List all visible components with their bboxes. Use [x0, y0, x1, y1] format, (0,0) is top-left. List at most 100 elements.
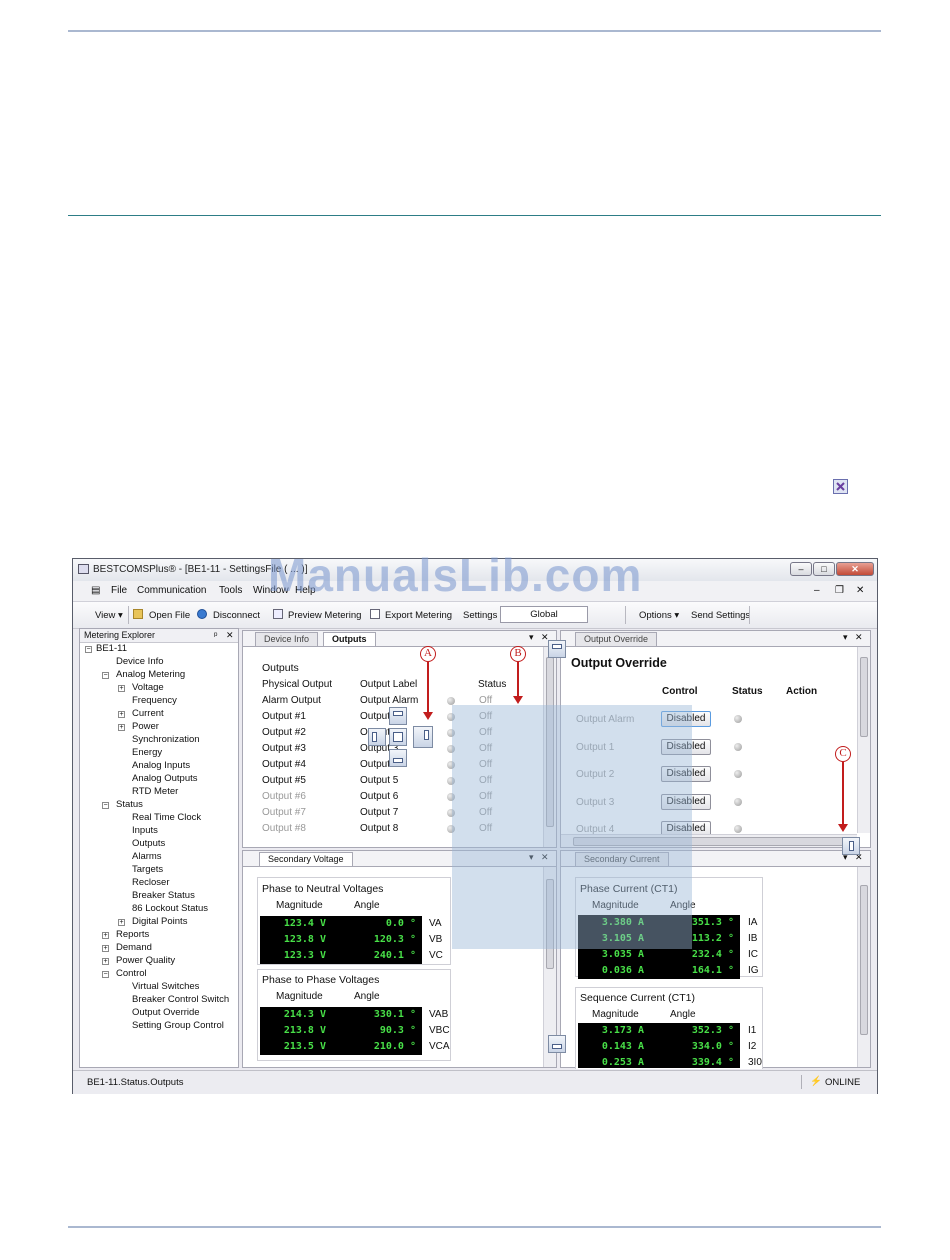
pane-menu-icon[interactable]: ▾: [843, 632, 848, 643]
expand-icon[interactable]: +: [118, 724, 125, 731]
toolbar-separator: [749, 606, 750, 624]
tree-digital-points[interactable]: Digital Points: [132, 916, 187, 927]
tree-analog-metering[interactable]: Analog Metering: [116, 669, 185, 680]
tab-outputs[interactable]: Outputs: [323, 632, 376, 646]
sequence-current-title: Sequence Current (CT1): [580, 992, 695, 1004]
tree-voltage[interactable]: Voltage: [132, 682, 164, 693]
dock-right-icon[interactable]: [413, 726, 433, 748]
tree-root[interactable]: BE1-11: [96, 643, 127, 654]
tree-setting-group-control[interactable]: Setting Group Control: [132, 1020, 224, 1031]
tab-secondary-voltage[interactable]: Secondary Voltage: [259, 852, 353, 866]
tree-breaker-status[interactable]: Breaker Status: [132, 890, 195, 901]
tree-analog-inputs[interactable]: Analog Inputs: [132, 760, 190, 771]
collapse-icon[interactable]: −: [102, 971, 109, 978]
angle-value: 351.3 °: [691, 917, 734, 928]
options-button[interactable]: Options ▾: [639, 610, 679, 621]
tree-current[interactable]: Current: [132, 708, 164, 719]
export-metering-button[interactable]: Export Metering: [385, 610, 452, 621]
dock-outer-top-icon[interactable]: [548, 640, 566, 658]
mdi-minimize-icon[interactable]: –: [814, 585, 820, 596]
preview-metering-button[interactable]: Preview Metering: [288, 610, 361, 621]
mdi-restore-icon[interactable]: ❐: [835, 585, 844, 596]
tree-device-info[interactable]: Device Info: [116, 656, 164, 667]
tree-targets[interactable]: Targets: [132, 864, 163, 875]
view-button[interactable]: View ▾: [95, 610, 123, 621]
expand-icon[interactable]: +: [102, 945, 109, 952]
tab-output-override[interactable]: Output Override: [575, 632, 658, 646]
scroll-thumb[interactable]: [860, 657, 868, 737]
dock-center-icon[interactable]: [389, 728, 407, 746]
col-angle: Angle: [670, 1009, 696, 1020]
tree-power[interactable]: Power: [132, 721, 159, 732]
pin-icon[interactable]: ᵖ: [214, 630, 217, 640]
status-led-0: [447, 697, 455, 705]
tab-device-info[interactable]: Device Info: [255, 632, 319, 646]
send-settings-button[interactable]: Send Settings: [691, 610, 750, 621]
close-button[interactable]: ✕: [836, 562, 874, 576]
phase-name-ic: IC: [748, 949, 758, 960]
scroll-thumb[interactable]: [860, 885, 868, 1035]
ln-voltages-title: Phase to Neutral Voltages: [262, 883, 384, 895]
dock-bottom-icon[interactable]: [389, 749, 407, 767]
open-file-button[interactable]: Open File: [149, 610, 190, 621]
tree-real-time-clock[interactable]: Real Time Clock: [132, 812, 201, 823]
tree-86-lockout-status[interactable]: 86 Lockout Status: [132, 903, 208, 914]
tree-demand[interactable]: Demand: [116, 942, 152, 953]
close-x-icon: [833, 479, 848, 494]
tree-control[interactable]: Control: [116, 968, 147, 979]
tree-power-quality[interactable]: Power Quality: [116, 955, 175, 966]
tree-alarms[interactable]: Alarms: [132, 851, 162, 862]
disconnect-button[interactable]: Disconnect: [213, 610, 260, 621]
explorer-close-icon[interactable]: ✕: [226, 630, 234, 641]
current-scrollbar[interactable]: [857, 867, 870, 1067]
tree-frequency[interactable]: Frequency: [132, 695, 177, 706]
pane-close-icon[interactable]: ✕: [855, 632, 863, 643]
tree-reports[interactable]: Reports: [116, 929, 149, 940]
dock-outer-bottom-icon[interactable]: [548, 1035, 566, 1053]
tree-status[interactable]: Status: [116, 799, 143, 810]
tree-output-override[interactable]: Output Override: [132, 1007, 200, 1018]
override-status-led-0: [734, 715, 742, 723]
col-magnitude: Magnitude: [276, 900, 323, 911]
tree-virtual-switches[interactable]: Virtual Switches: [132, 981, 199, 992]
dock-top-icon[interactable]: [389, 707, 407, 725]
override-scrollbar[interactable]: [857, 647, 870, 833]
expand-icon[interactable]: +: [118, 711, 125, 718]
tree-energy[interactable]: Energy: [132, 747, 162, 758]
expand-icon[interactable]: +: [102, 932, 109, 939]
tree-recloser[interactable]: Recloser: [132, 877, 170, 888]
pane-menu-icon[interactable]: ▾: [529, 632, 534, 643]
menu-communication[interactable]: Communication: [137, 585, 206, 596]
tree-outputs[interactable]: Outputs: [132, 838, 165, 849]
maximize-button[interactable]: □: [813, 562, 835, 576]
phase-name-va: VA: [429, 918, 442, 929]
angle-value: 113.2 °: [691, 933, 734, 944]
dock-outer-right-icon[interactable]: [842, 837, 860, 855]
tree-breaker-control-switch[interactable]: Breaker Control Switch: [132, 994, 229, 1005]
tree-rtd-meter[interactable]: RTD Meter: [132, 786, 178, 797]
menu-file[interactable]: File: [111, 585, 127, 596]
collapse-icon[interactable]: −: [102, 672, 109, 679]
tree-synchronization[interactable]: Synchronization: [132, 734, 200, 745]
minimize-button[interactable]: –: [790, 562, 812, 576]
tree-analog-outputs[interactable]: Analog Outputs: [132, 773, 198, 784]
settings-label: Settings: [463, 610, 498, 621]
expand-icon[interactable]: +: [102, 958, 109, 965]
output-label-0: Output Alarm: [360, 695, 419, 706]
dock-left-icon[interactable]: [368, 728, 386, 746]
expand-icon[interactable]: +: [118, 919, 125, 926]
override-status-led-2: [734, 770, 742, 778]
physical-output-1: Output #1: [262, 711, 306, 722]
tree-inputs[interactable]: Inputs: [132, 825, 158, 836]
outputs-tab-row: Device Info Outputs ▾ ✕: [243, 631, 556, 647]
outputs-group-title: Outputs: [262, 662, 299, 674]
callout-a-arrowhead: [423, 712, 433, 720]
mdi-close-icon[interactable]: ✕: [856, 585, 864, 596]
col-magnitude: Magnitude: [276, 991, 323, 1002]
menu-tools[interactable]: Tools: [219, 585, 242, 596]
settings-group-select[interactable]: Global: [500, 606, 588, 623]
expand-icon[interactable]: +: [118, 685, 125, 692]
collapse-icon[interactable]: −: [102, 802, 109, 809]
collapse-icon[interactable]: −: [85, 646, 92, 653]
col-status: Status: [478, 679, 507, 690]
